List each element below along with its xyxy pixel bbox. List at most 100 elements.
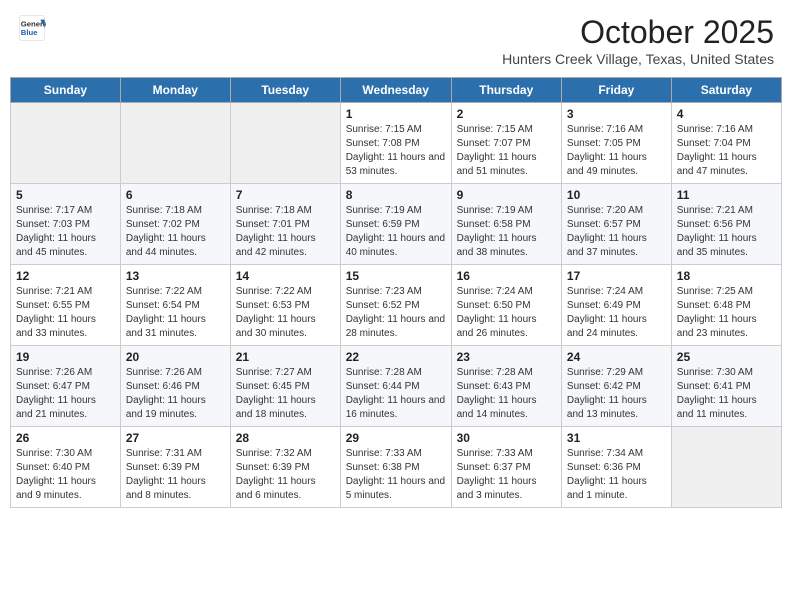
calendar-week-3: 12Sunrise: 7:21 AMSunset: 6:55 PMDayligh… [11,265,782,346]
calendar-week-4: 19Sunrise: 7:26 AMSunset: 6:47 PMDayligh… [11,346,782,427]
calendar-cell: 8 Sunrise: 7:19 AMSunset: 6:59 PMDaylight… [340,184,451,265]
calendar-header: SundayMondayTuesdayWednesdayThursdayFrid… [11,78,782,103]
day-number: 13 [126,269,225,283]
day-info: Sunrise: 7:15 AMSunset: 7:07 PMDaylight:… [457,123,556,179]
calendar-cell: 1Sunrise: 7:15 AMSunset: 7:08 PMDaylight… [340,103,451,184]
day-info: Sunrise: 7:33 AMSunset: 6:37 PMDaylight:… [457,447,556,503]
calendar-cell [120,103,230,184]
calendar: SundayMondayTuesdayWednesdayThursdayFrid… [10,77,782,508]
day-info: Sunrise: 7:19 AMSunset: 6:58 PMDaylight:… [457,204,556,260]
calendar-cell: 11 Sunrise: 7:21 AMSunset: 6:56 PMDayligh… [671,184,781,265]
day-info: Sunrise: 7:18 AMSunset: 7:01 PMDaylight:… [236,204,335,260]
day-header-sunday: Sunday [11,78,121,103]
calendar-cell: 12Sunrise: 7:21 AMSunset: 6:55 PMDayligh… [11,265,121,346]
day-header-tuesday: Tuesday [230,78,340,103]
day-info: Sunrise: 7:16 AMSunset: 7:04 PMDaylight:… [677,123,776,179]
day-number: 20 [126,350,225,364]
day-info: Sunrise: 7:22 AMSunset: 6:53 PMDaylight:… [236,285,335,341]
day-info: Sunrise: 7:25 AMSunset: 6:48 PMDaylight:… [677,285,776,341]
day-info: Sunrise: 7:18 AMSunset: 7:02 PMDaylight:… [126,204,225,260]
day-number: 25 [677,350,776,364]
calendar-cell: 10Sunrise: 7:20 AMSunset: 6:57 PMDayligh… [561,184,671,265]
day-info: Sunrise: 7:26 AMSunset: 6:46 PMDaylight:… [126,366,225,422]
day-info: Sunrise: 7:31 AMSunset: 6:39 PMDaylight:… [126,447,225,503]
day-number: 27 [126,431,225,445]
calendar-cell: 18Sunrise: 7:25 AMSunset: 6:48 PMDayligh… [671,265,781,346]
calendar-week-2: 5 Sunrise: 7:17 AMSunset: 7:03 PMDaylight… [11,184,782,265]
calendar-cell: 16 Sunrise: 7:24 AMSunset: 6:50 PMDayligh… [451,265,561,346]
day-number: 2 [457,107,556,121]
day-number: 22 [346,350,446,364]
calendar-cell: 19Sunrise: 7:26 AMSunset: 6:47 PMDayligh… [11,346,121,427]
day-number: 9 [457,188,556,202]
day-info: Sunrise: 7:22 AMSunset: 6:54 PMDaylight:… [126,285,225,341]
calendar-cell: 6 Sunrise: 7:18 AMSunset: 7:02 PMDaylight… [120,184,230,265]
day-number: 16 [457,269,556,283]
page-header: General Blue October 2025 Hunters Creek … [10,10,782,71]
location: Hunters Creek Village, Texas, United Sta… [502,51,774,67]
day-number: 26 [16,431,115,445]
calendar-cell: 27 Sunrise: 7:31 AMSunset: 6:39 PMDayligh… [120,427,230,508]
day-info: Sunrise: 7:28 AMSunset: 6:43 PMDaylight:… [457,366,556,422]
day-header-saturday: Saturday [671,78,781,103]
calendar-cell: 20 Sunrise: 7:26 AMSunset: 6:46 PMDayligh… [120,346,230,427]
calendar-cell: 30 Sunrise: 7:33 AMSunset: 6:37 PMDayligh… [451,427,561,508]
day-header-monday: Monday [120,78,230,103]
day-number: 11 [677,188,776,202]
day-info: Sunrise: 7:17 AMSunset: 7:03 PMDaylight:… [16,204,115,260]
calendar-cell: 2 Sunrise: 7:15 AMSunset: 7:07 PMDaylight… [451,103,561,184]
day-number: 21 [236,350,335,364]
calendar-cell: 26 Sunrise: 7:30 AMSunset: 6:40 PMDayligh… [11,427,121,508]
day-number: 8 [346,188,446,202]
calendar-cell [230,103,340,184]
day-number: 28 [236,431,335,445]
day-info: Sunrise: 7:34 AMSunset: 6:36 PMDaylight:… [567,447,666,503]
calendar-cell: 28 Sunrise: 7:32 AMSunset: 6:39 PMDayligh… [230,427,340,508]
calendar-cell: 7Sunrise: 7:18 AMSunset: 7:01 PMDaylight… [230,184,340,265]
day-info: Sunrise: 7:19 AMSunset: 6:59 PMDaylight:… [346,204,446,260]
day-number: 30 [457,431,556,445]
calendar-cell: 31 Sunrise: 7:34 AMSunset: 6:36 PMDayligh… [561,427,671,508]
day-info: Sunrise: 7:21 AMSunset: 6:56 PMDaylight:… [677,204,776,260]
day-number: 29 [346,431,446,445]
day-info: Sunrise: 7:32 AMSunset: 6:39 PMDaylight:… [236,447,335,503]
month-title: October 2025 [502,14,774,51]
day-info: Sunrise: 7:20 AMSunset: 6:57 PMDaylight:… [567,204,666,260]
calendar-week-5: 26 Sunrise: 7:30 AMSunset: 6:40 PMDayligh… [11,427,782,508]
day-info: Sunrise: 7:33 AMSunset: 6:38 PMDaylight:… [346,447,446,503]
day-number: 12 [16,269,115,283]
calendar-cell: 23 Sunrise: 7:28 AMSunset: 6:43 PMDayligh… [451,346,561,427]
calendar-week-1: 1Sunrise: 7:15 AMSunset: 7:08 PMDaylight… [11,103,782,184]
calendar-cell: 29 Sunrise: 7:33 AMSunset: 6:38 PMDayligh… [340,427,451,508]
calendar-cell: 5 Sunrise: 7:17 AMSunset: 7:03 PMDaylight… [11,184,121,265]
day-info: Sunrise: 7:30 AMSunset: 6:40 PMDaylight:… [16,447,115,503]
day-info: Sunrise: 7:29 AMSunset: 6:42 PMDaylight:… [567,366,666,422]
calendar-cell: 4Sunrise: 7:16 AMSunset: 7:04 PMDaylight… [671,103,781,184]
day-number: 15 [346,269,446,283]
day-info: Sunrise: 7:30 AMSunset: 6:41 PMDaylight:… [677,366,776,422]
day-info: Sunrise: 7:16 AMSunset: 7:05 PMDaylight:… [567,123,666,179]
svg-text:Blue: Blue [21,28,38,37]
day-info: Sunrise: 7:23 AMSunset: 6:52 PMDaylight:… [346,285,446,341]
day-number: 17 [567,269,666,283]
day-number: 6 [126,188,225,202]
day-header-thursday: Thursday [451,78,561,103]
calendar-cell: 3Sunrise: 7:16 AMSunset: 7:05 PMDaylight… [561,103,671,184]
calendar-cell: 22 Sunrise: 7:28 AMSunset: 6:44 PMDayligh… [340,346,451,427]
day-header-wednesday: Wednesday [340,78,451,103]
day-number: 19 [16,350,115,364]
calendar-cell: 24 Sunrise: 7:29 AMSunset: 6:42 PMDayligh… [561,346,671,427]
calendar-cell: 13 Sunrise: 7:22 AMSunset: 6:54 PMDayligh… [120,265,230,346]
day-info: Sunrise: 7:28 AMSunset: 6:44 PMDaylight:… [346,366,446,422]
calendar-cell: 21Sunrise: 7:27 AMSunset: 6:45 PMDayligh… [230,346,340,427]
day-number: 31 [567,431,666,445]
day-number: 14 [236,269,335,283]
calendar-cell [11,103,121,184]
day-info: Sunrise: 7:24 AMSunset: 6:50 PMDaylight:… [457,285,556,341]
calendar-cell [671,427,781,508]
day-number: 24 [567,350,666,364]
day-number: 5 [16,188,115,202]
day-number: 23 [457,350,556,364]
day-header-friday: Friday [561,78,671,103]
logo-icon: General Blue [18,14,46,42]
